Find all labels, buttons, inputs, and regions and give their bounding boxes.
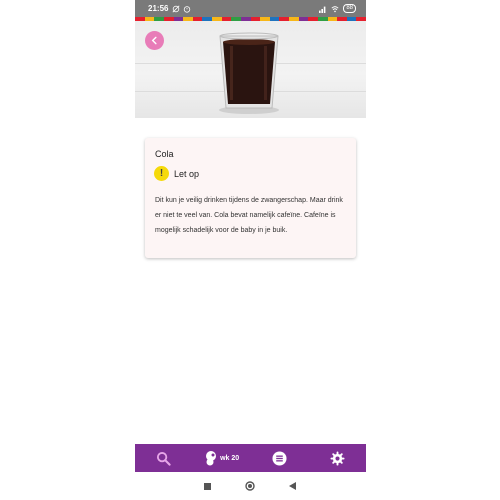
wifi-icon [331, 5, 339, 12]
status-row: ! Let op [154, 166, 199, 181]
food-description: Dit kun je veilig drinken tijdens de zwa… [155, 197, 343, 234]
cola-glass-image [219, 32, 279, 114]
home-icon[interactable] [245, 481, 255, 491]
status-label: Let op [174, 168, 200, 179]
sync-off-icon [172, 5, 180, 12]
alarm-icon [184, 5, 191, 13]
food-title: Cola [155, 149, 174, 159]
nav-settings[interactable] [308, 444, 366, 472]
status-time: 21:56 [148, 4, 169, 13]
product-image [135, 21, 366, 118]
signal-icon [319, 6, 326, 13]
recents-icon[interactable] [204, 482, 211, 490]
system-navigation-bar [135, 472, 366, 500]
nav-week[interactable]: wk 20 [193, 444, 251, 472]
gear-icon [330, 450, 345, 466]
nav-search[interactable] [135, 444, 193, 472]
search-icon [157, 451, 171, 466]
status-bar: 21:56 88 [135, 0, 366, 17]
battery-indicator: 88 [343, 4, 356, 13]
week-label: wk 20 [220, 454, 240, 462]
app-screen: 21:56 88 Cola ! Let op Dit kun je veilig… [135, 0, 366, 500]
baby-icon [206, 451, 217, 466]
chevron-left-icon [151, 36, 157, 45]
food-info-card: Cola ! Let op Dit kun je veilig drinken … [145, 138, 356, 258]
nav-list[interactable] [251, 444, 309, 472]
bottom-navigation: wk 20 [135, 444, 366, 472]
back-button[interactable] [145, 31, 164, 50]
list-icon [272, 450, 287, 466]
back-nav-icon[interactable] [289, 482, 297, 490]
exclamation-icon: ! [154, 166, 169, 181]
